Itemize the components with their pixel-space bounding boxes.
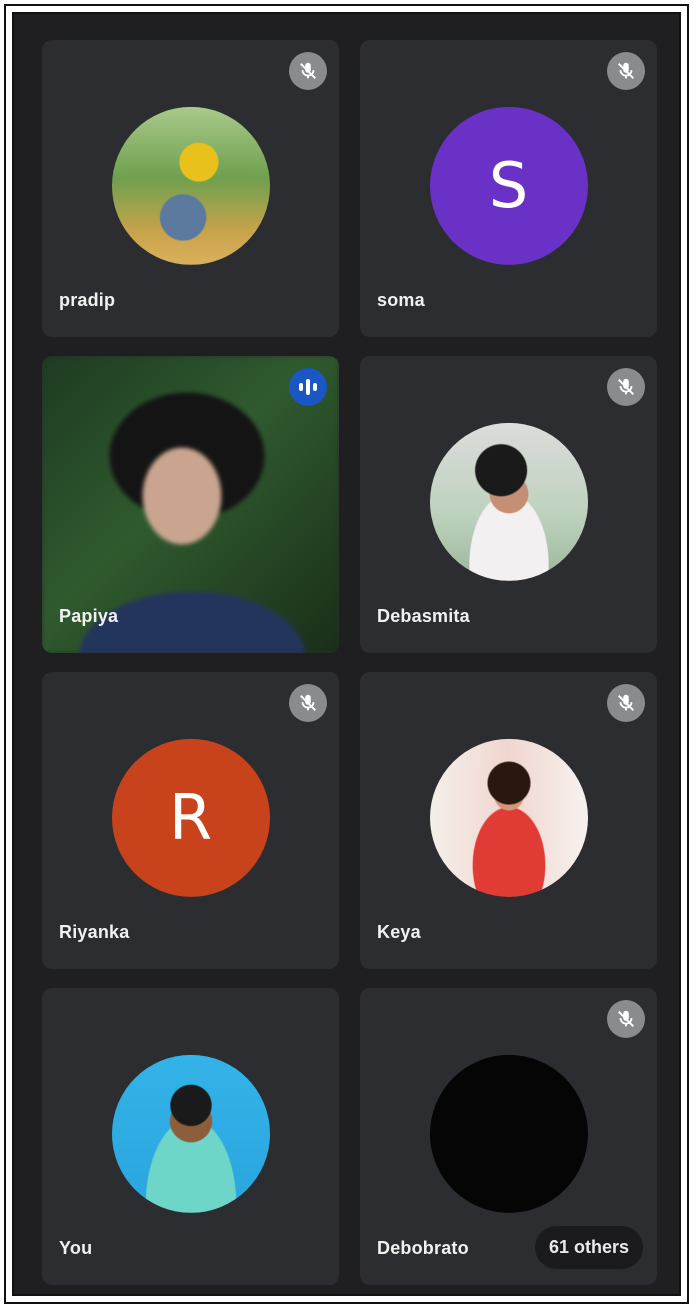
mic-off-icon [607, 1000, 645, 1038]
participant-tile-pradip[interactable]: pradip [42, 40, 339, 337]
participant-name: soma [377, 290, 425, 310]
participant-name: Debasmita [377, 606, 470, 626]
avatar-initial: R [168, 780, 213, 854]
mic-off-icon [607, 52, 645, 90]
participant-name: Debobrato [377, 1238, 469, 1258]
others-count-button[interactable]: 61 others [534, 1226, 643, 1269]
participant-name: Riyanka [59, 922, 130, 942]
avatar [429, 1054, 588, 1213]
avatar-initial: S [488, 148, 529, 222]
avatar [429, 738, 588, 897]
participant-tile-papiya[interactable]: Papiya [42, 356, 339, 653]
avatar [429, 422, 588, 581]
participant-name: You [59, 1238, 93, 1258]
participant-name: pradip [59, 290, 116, 310]
mic-off-icon [607, 684, 645, 722]
participant-tile-riyanka[interactable]: R Riyanka [42, 672, 339, 969]
mic-off-icon [289, 684, 327, 722]
participant-name: Papiya [59, 606, 119, 626]
participant-name: Keya [377, 922, 421, 942]
participant-tile-you[interactable]: You [42, 988, 339, 1285]
mic-off-icon [289, 52, 327, 90]
participant-tile-debasmita[interactable]: Debasmita [360, 356, 657, 653]
audio-level-icon [289, 368, 327, 406]
avatar: R [111, 738, 270, 897]
avatar [111, 1054, 270, 1213]
avatar: S [429, 106, 588, 265]
participant-tile-keya[interactable]: Keya [360, 672, 657, 969]
screenshot-frame: pradip S soma Papiya Debasmita R Riyanka… [4, 4, 689, 1304]
mic-off-icon [607, 368, 645, 406]
meeting-grid-container: pradip S soma Papiya Debasmita R Riyanka… [12, 12, 681, 1296]
participant-tile-soma[interactable]: S soma [360, 40, 657, 337]
participant-tile-debobrato[interactable]: Debobrato 61 others [360, 988, 657, 1285]
participant-grid: pradip S soma Papiya Debasmita R Riyanka… [42, 40, 657, 1285]
avatar [111, 106, 270, 265]
